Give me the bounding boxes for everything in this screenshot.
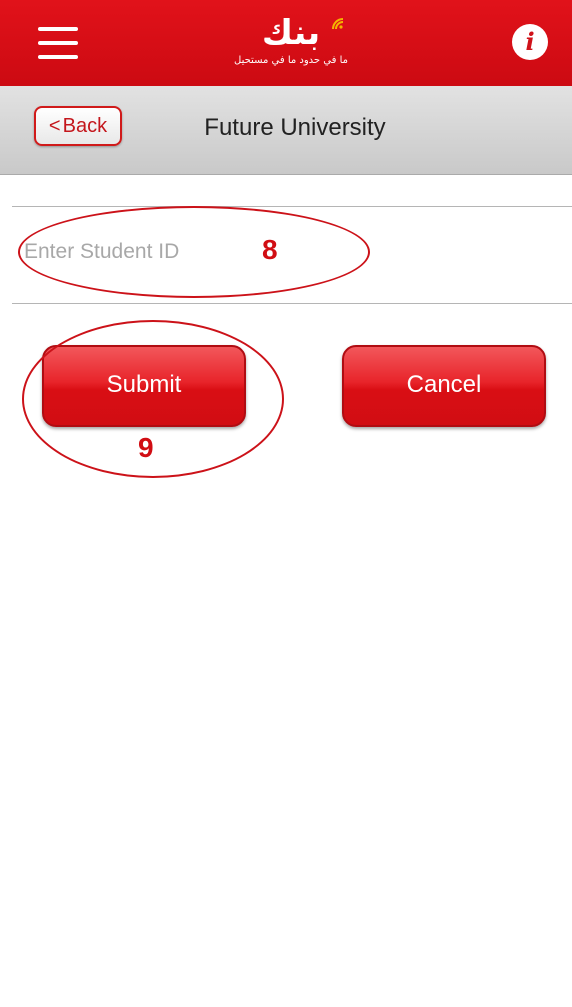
logo-tagline: ما في حدود ما في مستحيل <box>234 55 348 66</box>
cancel-button[interactable]: Cancel <box>342 345 546 427</box>
back-button-label: Back <box>62 115 108 137</box>
menu-icon-bar <box>38 41 78 45</box>
annotation-number-9: 9 <box>138 432 154 463</box>
annotation-ellipse-input <box>18 206 370 298</box>
info-icon: i <box>525 27 535 56</box>
menu-icon-bar <box>38 27 78 31</box>
chevron-left-icon: < <box>48 115 61 137</box>
divider <box>12 303 572 304</box>
menu-button[interactable] <box>38 27 78 59</box>
divider <box>12 206 572 207</box>
signal-icon <box>332 18 344 30</box>
annotation-number-8: 8 <box>262 234 278 265</box>
brand-logo: بنك ما في حدود ما في مستحيل <box>226 14 356 80</box>
page-title: Future University <box>204 114 386 141</box>
back-button[interactable]: < Back <box>34 106 122 146</box>
cancel-button-label: Cancel <box>406 371 482 398</box>
app-header: بنك ما في حدود ما في مستحيل i <box>0 0 572 86</box>
info-button[interactable]: i <box>512 24 548 60</box>
menu-icon-bar <box>38 55 78 59</box>
